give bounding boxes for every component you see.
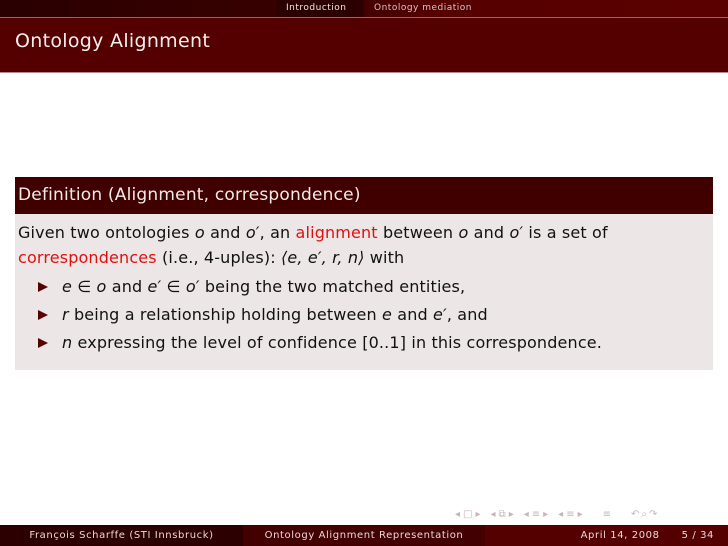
text: and — [204, 223, 246, 242]
math-expr: e — [382, 305, 393, 324]
forward-icon[interactable]: ↷ — [649, 509, 657, 520]
text: with — [364, 248, 405, 267]
definition-body: Given two ontologies o and o′, an alignm… — [15, 214, 713, 370]
text: , and — [446, 305, 488, 324]
text: Given two ontologies — [18, 223, 195, 242]
text: being the two matched entities, — [199, 277, 466, 296]
math-expr: n — [62, 333, 73, 352]
footer-date: April 14, 2008 — [580, 530, 660, 541]
triangle-bullet-icon — [38, 282, 48, 292]
alert-correspondences: correspondences — [18, 248, 157, 267]
arrow-left-icon[interactable]: ◂ — [491, 509, 496, 520]
text: and — [468, 223, 510, 242]
definition-title: Definition (Alignment, correspondence) — [15, 177, 713, 214]
text: and — [106, 277, 148, 296]
arrow-right-icon[interactable]: ▸ — [475, 509, 480, 520]
document-icon[interactable]: ≡ — [603, 509, 611, 520]
text: (i.e., 4-uples): — [156, 248, 282, 267]
text: expressing the level of confidence [0..1… — [72, 333, 602, 352]
beamer-navigation-symbols: ◂ □ ▸ ◂ ⧉ ▸ ◂ ≡ ▸ ◂ ≡ ▸ ≡ ↶ ⌕ ↷ — [455, 507, 657, 521]
text: , an — [259, 223, 296, 242]
text: being a relationship holding between — [68, 305, 383, 324]
list-item: r being a relationship holding between e… — [38, 302, 707, 327]
frame-title: Ontology Alignment — [15, 30, 211, 52]
list-item: e ∈ o and e′ ∈ o′ being the two matched … — [38, 274, 707, 299]
alert-alignment: alignment — [295, 223, 378, 242]
arrow-right-icon[interactable]: ▸ — [578, 509, 583, 520]
nav-section-ontology-mediation[interactable]: Ontology mediation — [364, 0, 488, 17]
arrow-left-icon[interactable]: ◂ — [455, 509, 460, 520]
math-o-prime: o′ — [245, 223, 260, 242]
arrow-left-icon[interactable]: ◂ — [524, 509, 529, 520]
text: is a set of — [523, 223, 608, 242]
nav-section-introduction[interactable]: Introduction — [276, 0, 364, 17]
text: between — [377, 223, 459, 242]
math-expr: e′ — [433, 305, 447, 324]
triangle-bullet-icon — [38, 338, 48, 348]
subsubsection-icon[interactable]: ≡ — [566, 509, 574, 520]
footer-date-page: April 14, 2008 5 / 34 — [485, 525, 728, 546]
math-expr: r — [62, 305, 69, 324]
frame-icon[interactable]: □ — [463, 509, 472, 520]
footer: François Scharffe (STI Innsbruck) Ontolo… — [0, 525, 728, 546]
triangle-bullet-icon — [38, 310, 48, 320]
math-o: o — [458, 223, 469, 242]
arrow-left-icon[interactable]: ◂ — [558, 509, 563, 520]
back-icon[interactable]: ↶ — [631, 509, 639, 520]
definition-line-1: Given two ontologies o and o′, an alignm… — [18, 220, 707, 245]
arrow-right-icon[interactable]: ▸ — [543, 509, 548, 520]
arrow-right-icon[interactable]: ▸ — [509, 509, 514, 520]
math-o-prime: o′ — [509, 223, 524, 242]
text: and — [392, 305, 434, 324]
definition-line-2: correspondences (i.e., 4-uples): ⟨e, e′,… — [18, 245, 707, 270]
math-expr: e′ ∈ o′ — [147, 277, 200, 296]
math-expr: e ∈ o — [62, 277, 107, 296]
list-item: n expressing the level of confidence [0.… — [38, 330, 707, 355]
subsection-icon[interactable]: ⧉ — [499, 509, 506, 520]
definition-list: e ∈ o and e′ ∈ o′ being the two matched … — [18, 274, 707, 355]
page-number: 5 / 34 — [681, 530, 714, 541]
search-icon[interactable]: ⌕ — [641, 509, 647, 520]
footer-title: Ontology Alignment Representation — [243, 525, 485, 546]
definition-block: Definition (Alignment, correspondence) G… — [15, 177, 713, 370]
section-icon[interactable]: ≡ — [532, 509, 540, 520]
math-tuple: ⟨e, e′, r, n⟩ — [281, 248, 365, 267]
math-o: o — [194, 223, 205, 242]
headline-navigation: Introduction Ontology mediation — [0, 0, 728, 18]
footer-author: François Scharffe (STI Innsbruck) — [0, 525, 243, 546]
